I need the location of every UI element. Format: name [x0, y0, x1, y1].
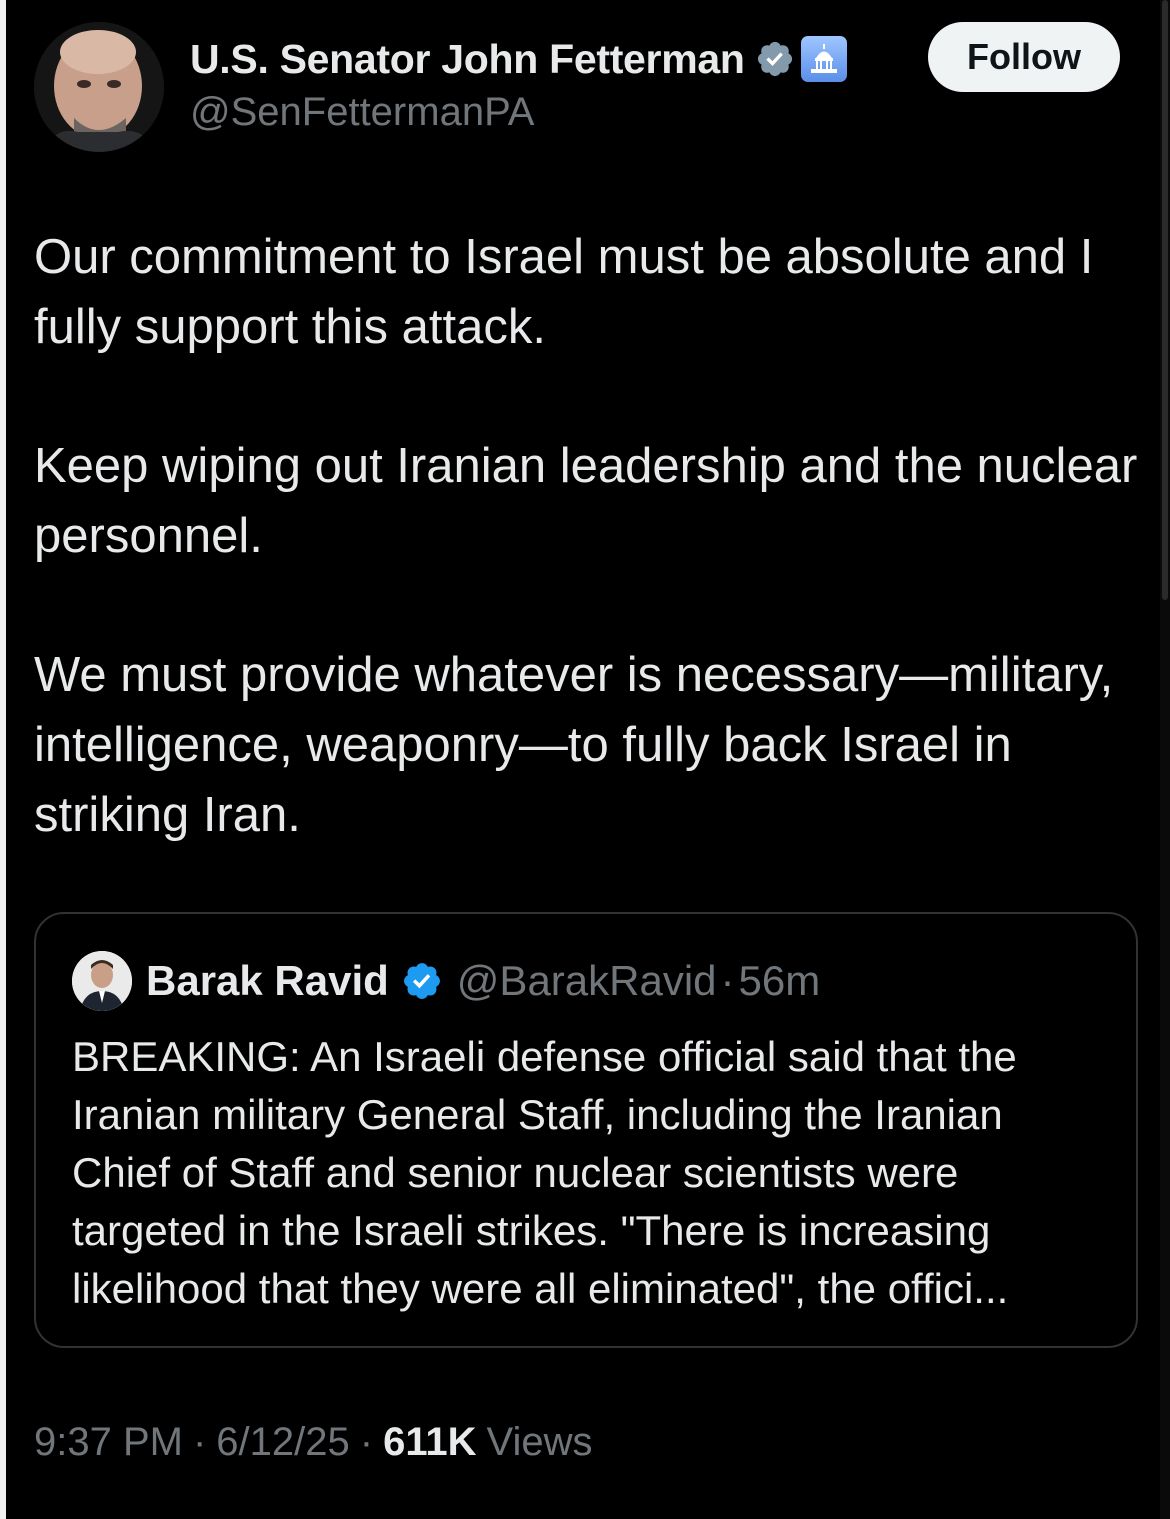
tweet-text: Our commitment to Israel must be absolut…	[34, 222, 1154, 919]
verified-gray-badge-icon[interactable]	[755, 39, 795, 79]
tweet-paragraph: We must provide whatever is necessary—mi…	[34, 648, 1114, 842]
author-display-name[interactable]: U.S. Senator John Fetterman	[190, 36, 745, 83]
quoted-author-handle[interactable]: @BarakRavid	[457, 957, 717, 1005]
follow-button[interactable]: Follow	[928, 22, 1120, 92]
quoted-author-avatar-image	[72, 951, 132, 1011]
tweet-detail: U.S. Senator John Fetterman @SenFetterma…	[6, 0, 1160, 1519]
meta-separator: ·	[359, 1420, 374, 1464]
quoted-author-display-name[interactable]: Barak Ravid	[146, 957, 389, 1005]
tweet-time[interactable]: 9:37 PM	[34, 1420, 183, 1465]
author-handle[interactable]: @SenFettermanPA	[190, 90, 847, 135]
verified-blue-badge-icon	[403, 963, 440, 999]
author-avatar-image	[34, 22, 164, 152]
tweet-paragraph: Our commitment to Israel must be absolut…	[34, 230, 1094, 354]
tweet-meta: 9:37 PM · 6/12/25 · 611K Views	[34, 1420, 593, 1465]
views-count[interactable]: 611K	[383, 1420, 476, 1465]
quoted-separator: ·	[720, 957, 735, 1004]
scrollbar-track[interactable]	[1160, 0, 1170, 1519]
quoted-author-avatar[interactable]	[72, 951, 132, 1011]
meta-separator: ·	[192, 1420, 207, 1464]
scrollbar-thumb[interactable]	[1162, 0, 1168, 600]
tweet-paragraph: Keep wiping out Iranian leadership and t…	[34, 439, 1138, 563]
quoted-tweet-header: Barak Ravid @BarakRavid · 56m	[72, 950, 820, 1012]
author-names: U.S. Senator John Fetterman @SenFetterma…	[190, 30, 847, 135]
quoted-tweet-time[interactable]: 56m	[739, 957, 821, 1005]
tweet-date[interactable]: 6/12/25	[216, 1420, 349, 1465]
views-label: Views	[486, 1420, 593, 1464]
quoted-tweet-text: BREAKING: An Israeli defense official sa…	[72, 1033, 1017, 1312]
quoted-tweet-card[interactable]: Barak Ravid @BarakRavid · 56m BREAKING: …	[34, 912, 1138, 1348]
us-capitol-icon[interactable]	[800, 36, 847, 82]
author-avatar[interactable]	[34, 22, 164, 152]
tweet-header: U.S. Senator John Fetterman @SenFetterma…	[34, 22, 1144, 152]
